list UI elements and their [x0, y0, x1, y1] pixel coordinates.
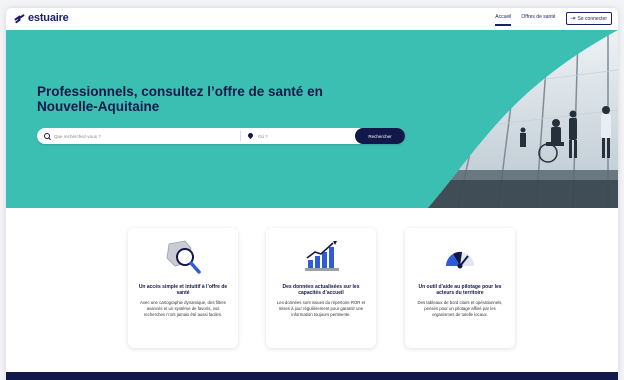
location-pin-icon: [248, 133, 254, 140]
main-nav: Accueil Offres de santé ⇥ Se connecter: [485, 12, 612, 26]
search-what-input[interactable]: Que recherchez-vous ?: [54, 134, 240, 139]
nav-accueil[interactable]: Accueil: [495, 14, 512, 26]
feature-text: Les données sont issues du répertoire RO…: [276, 300, 366, 317]
login-button[interactable]: ⇥ Se connecter: [565, 12, 612, 25]
login-label: Se connecter: [577, 15, 607, 22]
page: estuaire Accueil Offres de santé ⇥ Se co…: [6, 8, 618, 380]
search-where-input[interactable]: Où ?: [258, 134, 355, 139]
logo-mark-icon: [14, 13, 26, 24]
logo-text: estuaire: [28, 12, 69, 24]
feature-card: Des données actualisées sur les capacité…: [266, 228, 376, 348]
search-bar: Que recherchez-vous ? Où ? Rechercher: [37, 128, 405, 144]
site-header: estuaire Accueil Offres de santé ⇥ Se co…: [6, 8, 618, 31]
feature-title: Un accès simple et intuitif à l’offre de…: [138, 284, 228, 296]
hero: Professionnels, consultez l’offre de san…: [6, 30, 618, 208]
logo[interactable]: estuaire: [14, 12, 69, 24]
feature-text: Des tableaux de bord clairs et opération…: [417, 300, 503, 317]
features-section: Un accès simple et intuitif à l’offre de…: [6, 208, 618, 372]
hero-hospital-illustration: [428, 30, 618, 208]
footer-bar: [6, 372, 618, 380]
magnifier-map-icon: [166, 240, 201, 274]
search-icon: [44, 133, 50, 139]
nav-offres-de-sante[interactable]: Offres de santé: [521, 14, 555, 24]
search-button[interactable]: Rechercher: [355, 128, 405, 144]
feature-title: Un outil d’aide au pilotage pour les act…: [418, 284, 502, 296]
screenshot-frame: estuaire Accueil Offres de santé ⇥ Se co…: [0, 0, 624, 380]
chart-growth-icon: [305, 241, 339, 271]
login-icon: ⇥: [570, 16, 576, 22]
feature-card: Un outil d’aide au pilotage pour les act…: [405, 228, 515, 348]
feature-card: Un accès simple et intuitif à l’offre de…: [128, 228, 238, 348]
gauge-icon: [446, 251, 474, 269]
feature-text: Avec une cartographie dynamique, des fil…: [140, 300, 226, 317]
search-divider: [240, 131, 241, 141]
page-title: Professionnels, consultez l’offre de san…: [37, 84, 323, 114]
feature-title: Des données actualisées sur les capacité…: [282, 284, 360, 296]
